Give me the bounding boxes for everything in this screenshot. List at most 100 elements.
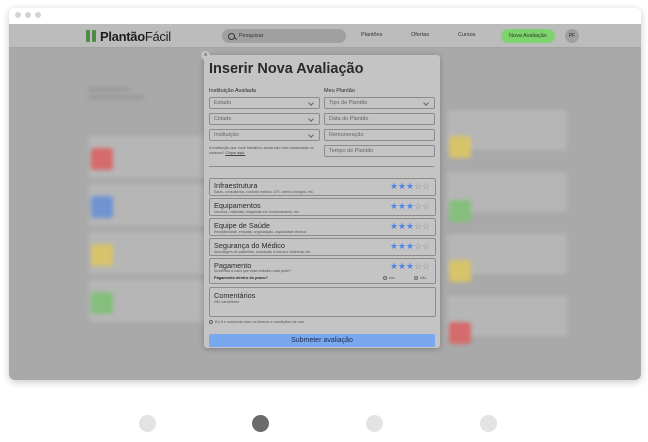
star-icon[interactable]: ★ [390, 262, 398, 271]
rating-equipment: Equipamentos Insumos, materiais, máquina… [209, 198, 436, 216]
minimize-window-icon[interactable] [25, 12, 31, 18]
nav-link-ofertas[interactable]: Ofertas [411, 32, 429, 38]
star-icon[interactable]: ★ [406, 262, 414, 271]
chevron-down-icon [308, 116, 314, 122]
search-input[interactable] [239, 33, 339, 39]
shift-duration-input[interactable]: Tempo de Plantão [324, 145, 435, 157]
nav-link-cursos[interactable]: Cursos [458, 32, 475, 38]
star-icon[interactable]: ★ [390, 222, 398, 231]
bg-thumb [449, 260, 471, 282]
star-icon[interactable]: ★ [390, 202, 398, 211]
chevron-down-icon [308, 100, 314, 106]
star-rating[interactable]: ★ ★ ★ ☆ ☆ [390, 262, 430, 271]
chevron-down-icon [308, 132, 314, 138]
checkbox-icon [209, 319, 213, 324]
register-institution-note: A instituição que você trabalhou ainda n… [209, 146, 319, 155]
institution-select[interactable]: Instituição [209, 129, 320, 141]
star-icon[interactable]: ☆ [414, 222, 422, 231]
rating-infrastructure: Infraestrutura Salas, consultórios, conf… [209, 178, 436, 196]
submit-evaluation-button[interactable]: Submeter avaliação [209, 334, 435, 347]
rating-title: Equipe de Saúde [214, 221, 270, 230]
state-select[interactable]: Estado [209, 97, 320, 109]
comments-char-limit: 250 caracteres [214, 300, 240, 304]
terms-label: Eu li e concordo com os termos e condiçõ… [215, 319, 305, 324]
shift-section-label: Meu Plantão [324, 88, 355, 94]
star-icon[interactable]: ☆ [422, 222, 430, 231]
star-icon[interactable]: ★ [390, 182, 398, 191]
radio-label: não [420, 276, 427, 280]
star-rating[interactable]: ★ ★ ★ ☆ ☆ [390, 202, 430, 211]
new-evaluation-button[interactable]: Nova Avaliação [501, 29, 555, 43]
star-icon[interactable]: ★ [406, 182, 414, 191]
rating-title: Equipamentos [214, 201, 261, 210]
modal-title: Inserir Nova Avaliação [209, 61, 364, 77]
star-icon[interactable]: ★ [406, 242, 414, 251]
logo-icon [86, 30, 96, 42]
comments-title: Comentários [214, 291, 256, 300]
rating-health-team: Equipe de Saúde Receptividade, empatia, … [209, 218, 436, 236]
pager-dot[interactable] [366, 415, 383, 432]
bg-thumb [91, 244, 113, 266]
star-icon[interactable]: ★ [406, 202, 414, 211]
rating-title: Segurança do Médico [214, 241, 285, 250]
register-institution-link[interactable]: Clique aqui. [225, 151, 245, 155]
rating-doctor-safety: Segurança do Médico Abordagem de pacient… [209, 238, 436, 256]
bg-line [89, 88, 129, 91]
star-icon[interactable]: ☆ [422, 242, 430, 251]
star-icon[interactable]: ★ [398, 202, 406, 211]
star-rating[interactable]: ★ ★ ★ ☆ ☆ [390, 222, 430, 231]
search-box[interactable] [222, 29, 346, 43]
app-logo[interactable]: PlantãoFácil [86, 29, 171, 44]
pager-dot[interactable] [139, 415, 156, 432]
close-window-icon[interactable] [15, 12, 21, 18]
shift-duration-placeholder: Tempo de Plantão [329, 148, 374, 154]
shift-type-select[interactable]: Tipo de Plantão [324, 97, 435, 109]
star-icon[interactable]: ☆ [414, 262, 422, 271]
radio-icon [414, 276, 418, 280]
radio-label: sim [389, 276, 395, 280]
star-rating[interactable]: ★ ★ ★ ☆ ☆ [390, 242, 430, 251]
institution-select-label: Instituição [214, 132, 239, 138]
avatar[interactable]: PF [565, 29, 579, 43]
bg-thumb [91, 196, 113, 218]
star-icon[interactable]: ☆ [414, 182, 422, 191]
pager-dot[interactable] [480, 415, 497, 432]
payment-no-radio[interactable]: não [414, 276, 426, 280]
star-icon[interactable]: ★ [398, 242, 406, 251]
star-icon[interactable]: ☆ [422, 262, 430, 271]
shift-date-input[interactable]: Data do Plantão [324, 113, 435, 125]
title-bar [9, 8, 641, 24]
nav-link-plantoes[interactable]: Plantões [361, 32, 382, 38]
comments-textarea[interactable]: Comentários 250 caracteres [209, 287, 436, 317]
star-icon[interactable]: ★ [406, 222, 414, 231]
maximize-window-icon[interactable] [35, 12, 41, 18]
star-icon[interactable]: ★ [398, 262, 406, 271]
close-icon[interactable]: × [201, 51, 210, 60]
city-select[interactable]: Cidade [209, 113, 320, 125]
pager-dot[interactable] [252, 415, 269, 432]
remuneration-input[interactable]: Remuneração [324, 129, 435, 141]
radio-icon [383, 276, 387, 280]
state-select-label: Estado [214, 100, 232, 106]
divider [209, 166, 434, 167]
rating-payment: Pagamento ★ ★ ★ ☆ ☆ Incidência a valor que e… [209, 258, 436, 284]
search-icon [228, 32, 235, 40]
rating-subtitle: Salas, consultórios, conforto médico, UT… [214, 190, 314, 194]
star-icon[interactable]: ☆ [422, 182, 430, 191]
star-icon[interactable]: ★ [390, 242, 398, 251]
terms-checkbox[interactable]: Eu li e concordo com os termos e condiçõ… [209, 319, 304, 324]
star-icon[interactable]: ★ [398, 182, 406, 191]
payment-yes-radio[interactable]: sim [383, 276, 395, 280]
institution-section-label: Instituição Avaliada [209, 88, 256, 94]
payment-question: Incidência a valor que esse trabalho mai… [214, 269, 292, 273]
star-icon[interactable]: ★ [398, 222, 406, 231]
top-navbar: PlantãoFácil Plantões Ofertas Cursos Nov… [9, 24, 641, 48]
browser-window: PlantãoFácil Plantões Ofertas Cursos Nov… [9, 8, 641, 380]
star-rating[interactable]: ★ ★ ★ ☆ ☆ [390, 182, 430, 191]
star-icon[interactable]: ☆ [422, 202, 430, 211]
star-icon[interactable]: ☆ [414, 242, 422, 251]
bg-thumb [449, 136, 471, 158]
shift-date-placeholder: Data do Plantão [329, 116, 369, 122]
rating-title: Infraestrutura [214, 181, 258, 190]
star-icon[interactable]: ☆ [414, 202, 422, 211]
